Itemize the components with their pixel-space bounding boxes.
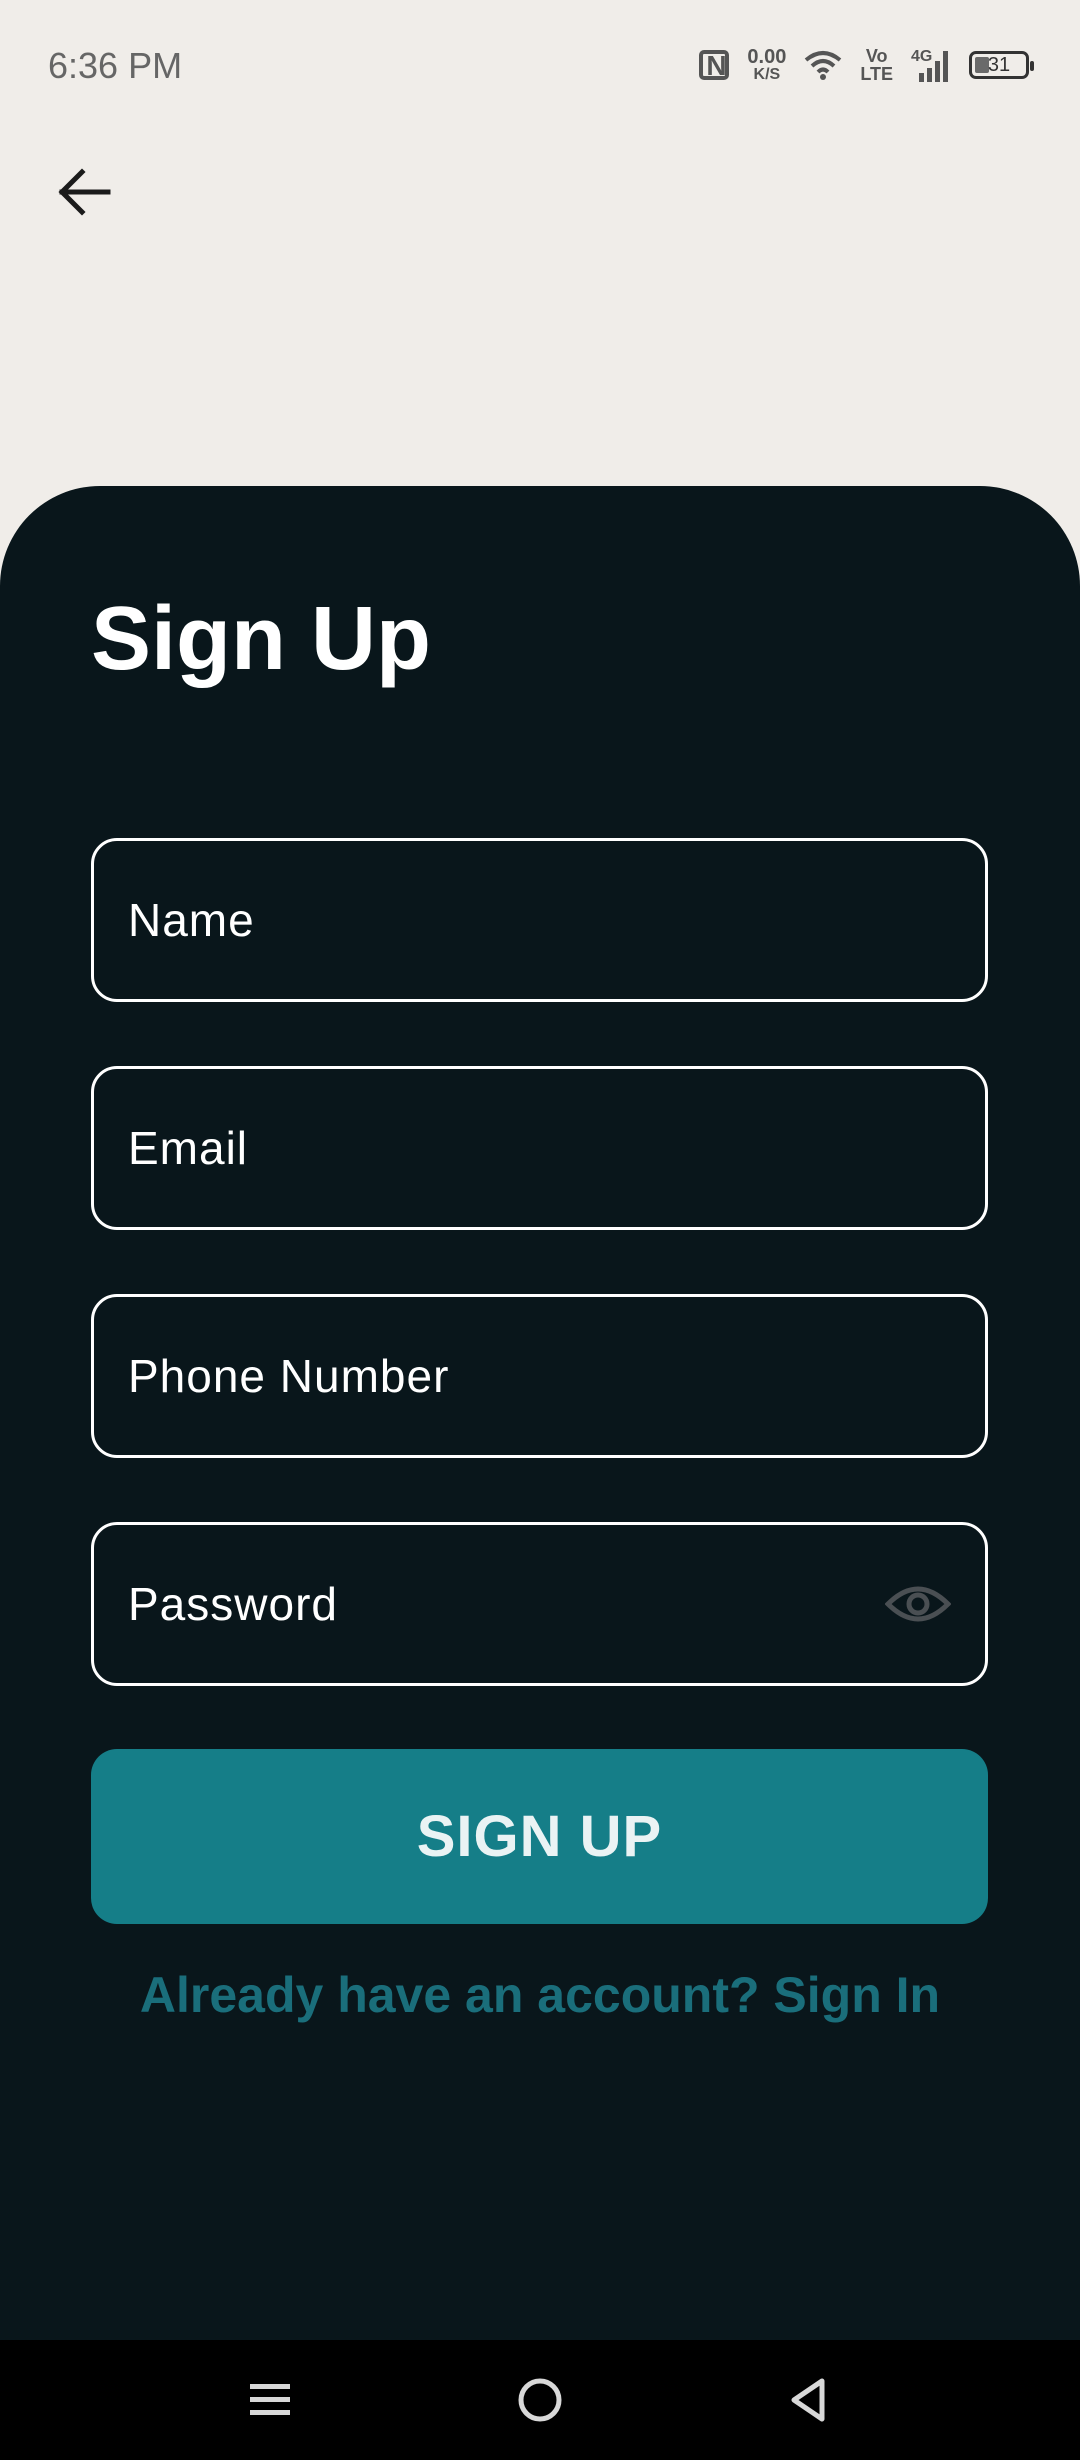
password-input[interactable] [94, 1525, 985, 1683]
network-type-label: 4G [911, 48, 932, 65]
page-title: Sign Up [91, 589, 431, 689]
status-time: 6:36 PM [48, 45, 183, 86]
back-button[interactable] [52, 160, 116, 224]
signal-icon: 4G [911, 47, 951, 83]
status-bar: 6:36 PM 0.00 K/S Vo LTE 4G [0, 0, 1080, 130]
signup-button[interactable]: SIGN UP [91, 1749, 988, 1924]
wifi-icon [804, 50, 842, 80]
name-field[interactable] [91, 838, 988, 1002]
network-speed-value: 0.00 [747, 46, 787, 68]
menu-icon[interactable] [240, 2370, 300, 2430]
email-input[interactable] [94, 1069, 985, 1227]
system-nav-bar [0, 2340, 1080, 2460]
battery-level: 31 [987, 54, 1011, 76]
password-field[interactable] [91, 1522, 988, 1686]
triangle-back-icon[interactable] [778, 2370, 838, 2430]
email-field[interactable] [91, 1066, 988, 1230]
eye-icon[interactable] [884, 1584, 952, 1624]
network-speed: 0.00 K/S [747, 47, 786, 83]
volte-indicator: Vo LTE [860, 47, 893, 83]
status-icons: 0.00 K/S Vo LTE 4G 31 [699, 40, 1035, 90]
network-speed-unit: K/S [753, 66, 781, 83]
signin-link[interactable]: Already have an account? Sign In [0, 1966, 1080, 2024]
battery-icon: 31 [969, 51, 1034, 79]
arrow-left-icon [58, 168, 111, 216]
volte-bottom: LTE [860, 64, 893, 84]
home-circle-icon[interactable] [510, 2370, 570, 2430]
phone-input[interactable] [94, 1297, 985, 1455]
volte-top: Vo [865, 46, 888, 66]
nfc-icon [699, 50, 730, 82]
phone-field[interactable] [91, 1294, 988, 1458]
name-input[interactable] [94, 841, 985, 999]
